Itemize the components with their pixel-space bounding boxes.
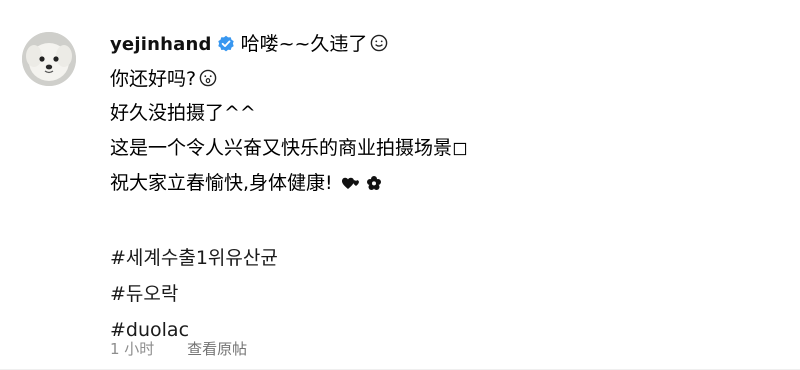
comment-line-2: 好久没拍摄了^^ <box>110 102 256 124</box>
surprised-face-icon <box>199 69 217 91</box>
comment-line-3: 这是一个令人兴奋又快乐的商业拍摄场景◻ <box>110 137 468 159</box>
comment-meta: 1 小时 查看原帖 <box>110 338 247 359</box>
comment-card: yejinhand 哈喽~~久违了 你还好吗? 好久没拍摄了^^ 这是一个令人兴奋… <box>0 0 800 370</box>
comment-text: 祝大家立春愉快,身体健康! <box>110 172 333 194</box>
timestamp: 1 小时 <box>110 340 155 358</box>
hashtag-link[interactable]: #듀오락 <box>110 283 178 305</box>
comment-line-1: 你还好吗? <box>110 68 780 91</box>
comment-text: 你还好吗? <box>110 68 197 90</box>
avatar[interactable] <box>22 32 76 86</box>
greeting-text: 哈喽~~久违了 <box>240 33 368 55</box>
comment-line-4: 祝大家立春愉快,身体健康! <box>110 174 780 193</box>
hearts-icon <box>341 175 363 195</box>
view-original-link[interactable]: 查看原帖 <box>187 340 247 358</box>
flower-icon <box>366 175 382 195</box>
smiling-face-icon <box>370 34 388 56</box>
hashtag-link[interactable]: #세계수출1위유산균 <box>110 247 278 269</box>
hashtag-line-2: #듀오락 <box>110 285 780 304</box>
dog-avatar-icon <box>22 32 76 86</box>
username-link[interactable]: yejinhand <box>110 34 212 55</box>
comment-body: yejinhand 哈喽~~久违了 你还好吗? 好久没拍摄了^^ 这是一个令人兴奋… <box>110 34 780 340</box>
hashtag-line-1: #세계수출1위유산균 <box>110 249 780 268</box>
header-line: yejinhand 哈喽~~久违了 <box>110 33 780 56</box>
verified-badge-icon <box>217 35 235 57</box>
